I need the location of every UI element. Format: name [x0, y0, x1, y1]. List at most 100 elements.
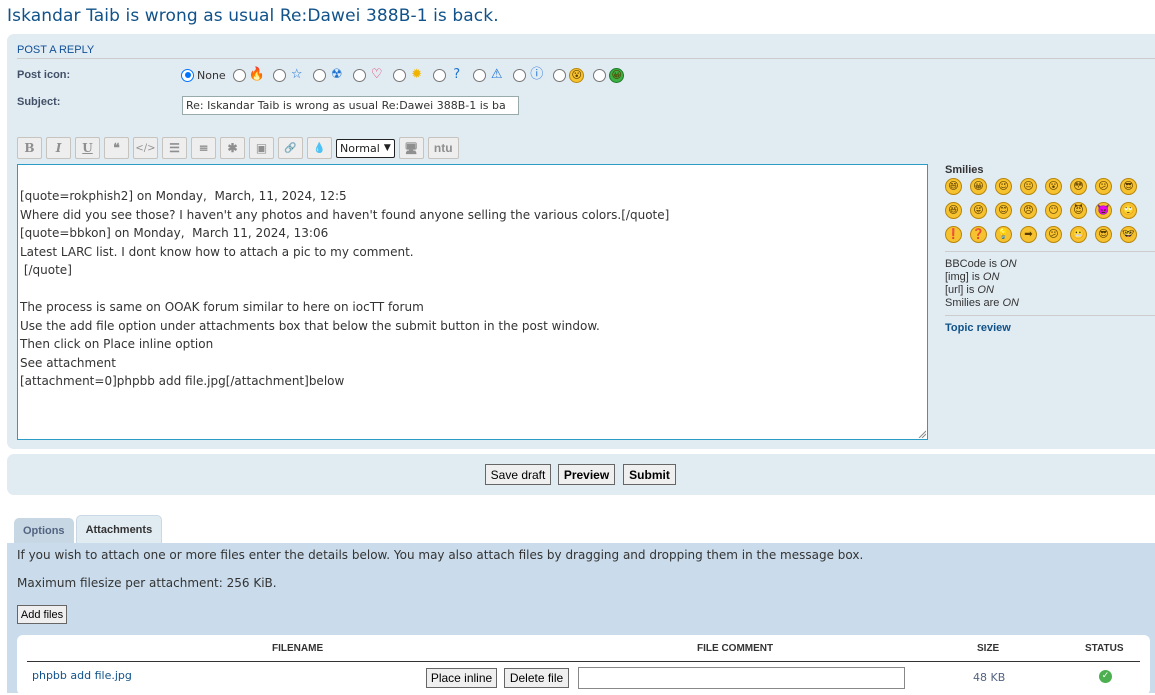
- subject-input[interactable]: Re: Iskandar Taib is wrong as usual Re:D…: [182, 96, 519, 115]
- post-reply-panel: POST A REPLY Post icon: None 🔥 ☆ ☢ ♡ ✹ ?…: [7, 34, 1155, 449]
- post-icon-green-radio[interactable]: [592, 68, 606, 82]
- topic-review-link[interactable]: Topic review: [945, 322, 1155, 334]
- smiley-icon[interactable]: 😮: [1045, 178, 1062, 195]
- editor-line: See attachment: [20, 355, 116, 370]
- file-name-link[interactable]: phpbb add file.jpg: [32, 669, 132, 682]
- post-icon-heart-radio[interactable]: [352, 68, 366, 82]
- warning-icon: ⚠: [490, 67, 503, 82]
- url-button[interactable]: 🔗: [278, 137, 303, 159]
- preview-button[interactable]: Preview: [558, 464, 615, 485]
- place-inline-button[interactable]: Place inline: [426, 668, 497, 688]
- smiley-icon[interactable]: 😠: [1020, 202, 1037, 219]
- code-button[interactable]: </>: [133, 137, 158, 159]
- smilies-status-label: Smilies are: [945, 297, 1003, 309]
- editor-line: Then click on Place inline option: [20, 337, 214, 351]
- smiley-icon[interactable]: 😎: [1095, 226, 1112, 243]
- filename-header: FILENAME: [272, 643, 324, 654]
- post-icon-question-radio[interactable]: [432, 68, 446, 82]
- save-draft-button[interactable]: Save draft: [485, 464, 551, 485]
- radioactive-icon: ☢: [330, 67, 343, 82]
- url-status-value: ON: [977, 284, 994, 296]
- editor-line: Latest LARC list. I dont know how to att…: [20, 244, 414, 259]
- attach-intro: If you wish to attach one or more files …: [17, 548, 864, 562]
- smiley-icon[interactable]: 🙄: [1120, 202, 1137, 219]
- list-item-button[interactable]: ✱: [220, 137, 245, 159]
- divider: [945, 251, 1155, 252]
- bbcode-status-value: ON: [1000, 258, 1017, 270]
- file-comment-input[interactable]: [578, 667, 905, 689]
- smilies-status: Smilies are ON: [945, 297, 1155, 310]
- add-files-button[interactable]: Add files: [17, 605, 67, 624]
- color-button[interactable]: 💧: [307, 137, 332, 159]
- post-icon-options: None 🔥 ☆ ☢ ♡ ✹ ? ⚠ ⓘ 😮 😀: [181, 67, 633, 83]
- editor-line: Where did you see those? I haven't any p…: [20, 207, 670, 222]
- smiley-icon[interactable]: ❗: [945, 226, 962, 243]
- post-icon-radioactive-radio[interactable]: [312, 68, 326, 82]
- smiley-icon[interactable]: ➡: [1020, 226, 1037, 243]
- ntu-button[interactable]: ntu: [427, 137, 459, 159]
- size-header: SIZE: [977, 643, 1000, 654]
- smiley-icon[interactable]: 😐: [1020, 178, 1037, 195]
- green-smiley-icon: 😀: [609, 67, 625, 83]
- bold-button[interactable]: B: [17, 137, 42, 159]
- panel-heading: POST A REPLY: [17, 44, 95, 56]
- url-status: [url] is ON: [945, 284, 1155, 297]
- font-size-select[interactable]: Normal ▼: [336, 138, 395, 158]
- tab-attachments[interactable]: Attachments: [75, 515, 163, 544]
- bbcode-status: BBCode is ON: [945, 258, 1155, 271]
- smiley-icon[interactable]: 👿: [1095, 202, 1112, 219]
- post-icon-shocked-radio[interactable]: [552, 68, 566, 82]
- quote-button[interactable]: ❝: [104, 137, 129, 159]
- smiley-icon[interactable]: ❓: [970, 226, 987, 243]
- underline-button[interactable]: U: [75, 137, 100, 159]
- submit-panel: Save draft Preview Submit: [7, 454, 1155, 495]
- smiley-icon[interactable]: 😀: [970, 178, 987, 195]
- info-icon: ⓘ: [530, 67, 544, 82]
- img-status-label: [img] is: [945, 271, 983, 283]
- bbcode-toolbar: B I U ❝ </> ☰ ≡ ✱ ▣ 🔗 💧 Normal ▼ 🖥 ntu: [17, 137, 463, 159]
- italic-button[interactable]: I: [46, 137, 71, 159]
- submit-button[interactable]: Submit: [623, 464, 676, 485]
- resize-grip-icon[interactable]: [918, 430, 926, 438]
- smiley-icon[interactable]: 😶: [1045, 202, 1062, 219]
- smiley-icon[interactable]: 😆: [945, 202, 962, 219]
- screen-button[interactable]: 🖥: [398, 137, 424, 159]
- smiley-icon[interactable]: 💡: [995, 226, 1012, 243]
- smiley-icon[interactable]: 😈: [1070, 202, 1087, 219]
- smiley-icon[interactable]: 😬: [1070, 226, 1087, 243]
- editor-line: [attachment=0]phpbb add file.jpg[/attach…: [20, 374, 345, 388]
- tab-options[interactable]: Options: [14, 518, 74, 544]
- smiley-icon[interactable]: 😊: [995, 202, 1012, 219]
- file-size: 48 KB: [973, 671, 1006, 684]
- img-status: [img] is ON: [945, 271, 1155, 284]
- status-ok-icon: ✓: [1099, 670, 1112, 683]
- smiley-icon[interactable]: 😄: [945, 178, 962, 195]
- post-icon-sun-radio[interactable]: [392, 68, 406, 82]
- post-icon-fire-radio[interactable]: [232, 68, 246, 82]
- smiley-icon[interactable]: 😳: [1070, 178, 1087, 195]
- post-icon-info-radio[interactable]: [512, 68, 526, 82]
- url-status-label: [url] is: [945, 284, 978, 296]
- smiley-icon[interactable]: 😜: [970, 202, 987, 219]
- star-icon: ☆: [290, 67, 303, 82]
- attachments-panel: If you wish to attach one or more files …: [7, 543, 1155, 695]
- shocked-smiley-icon: 😮: [569, 67, 585, 83]
- smiley-icon[interactable]: 😎: [1120, 178, 1137, 195]
- ordered-list-button[interactable]: ≡: [191, 137, 216, 159]
- post-icon-star-radio[interactable]: [272, 68, 286, 82]
- editor-line: Use the add file option under attachment…: [20, 318, 600, 333]
- post-icon-warning-radio[interactable]: [472, 68, 486, 82]
- attach-max-size: Maximum filesize per attachment: 256 KiB…: [17, 576, 277, 590]
- smiley-icon[interactable]: 😕: [1095, 178, 1112, 195]
- smiley-icon[interactable]: 😉: [995, 178, 1012, 195]
- delete-file-button[interactable]: Delete file: [504, 668, 569, 688]
- smiley-icon[interactable]: 😕: [1045, 226, 1062, 243]
- status-header: STATUS: [1085, 643, 1124, 654]
- attachments-table: FILENAME FILE COMMENT SIZE STATUS phpbb …: [17, 635, 1150, 695]
- image-button[interactable]: ▣: [249, 137, 274, 159]
- smiley-icon[interactable]: 🤓: [1120, 226, 1137, 243]
- sun-icon: ✹: [411, 67, 423, 82]
- post-icon-none-radio[interactable]: [181, 68, 194, 82]
- message-textarea[interactable]: [quote=rokphish2] on Monday, March, 11, …: [17, 164, 928, 440]
- list-button[interactable]: ☰: [162, 137, 187, 159]
